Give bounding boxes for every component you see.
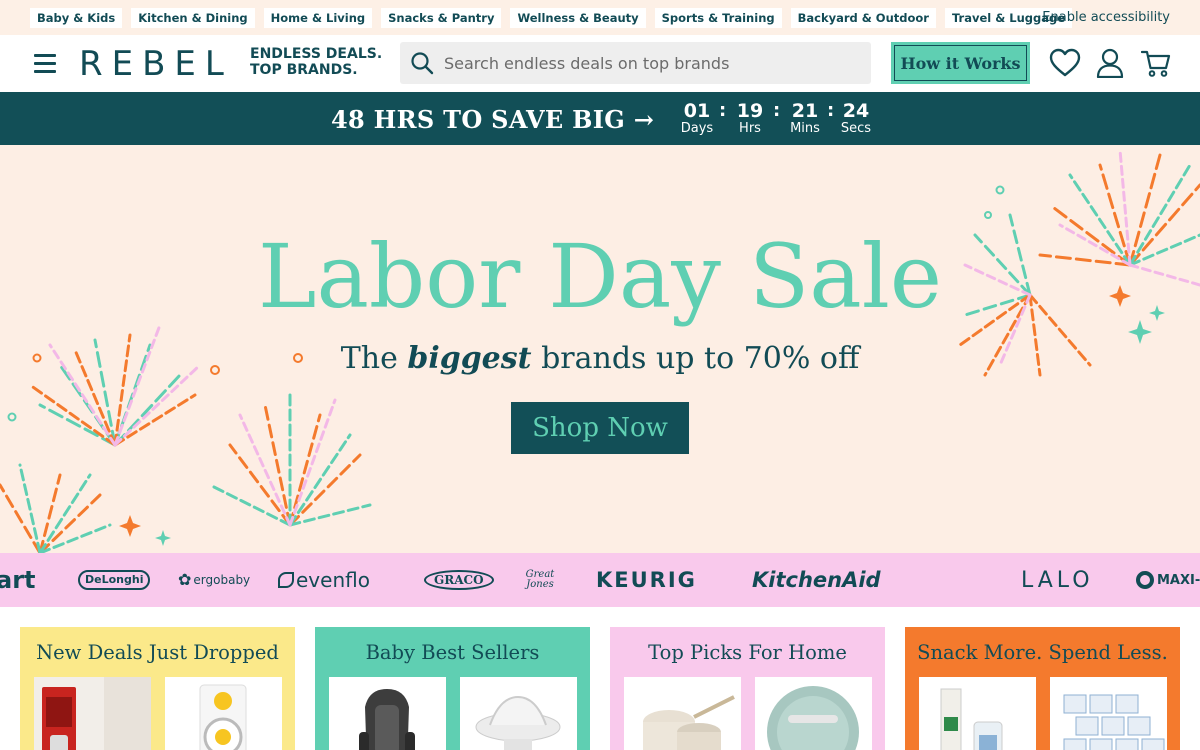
hero-title: Labor Day Sale	[258, 225, 942, 328]
how-it-works-label: How it Works	[894, 45, 1027, 81]
countdown-days-value: 01	[683, 100, 711, 122]
brand-great-jones[interactable]: Great Jones	[522, 553, 558, 607]
tagline: ENDLESS DEALS. TOP BRANDS.	[250, 46, 382, 78]
category-backyard-outdoor[interactable]: Backyard & Outdoor	[790, 8, 936, 28]
card-title: Snack More. Spend Less.	[917, 641, 1168, 664]
countdown-separator: :	[773, 100, 781, 121]
heart-icon[interactable]	[1049, 48, 1081, 78]
category-links: Baby & Kids Kitchen & Dining Home & Livi…	[30, 8, 1073, 28]
menu-icon[interactable]	[34, 54, 56, 73]
category-baby-kids[interactable]: Baby & Kids	[30, 8, 123, 28]
countdown-mins: 21 Mins	[787, 101, 823, 136]
brand-maxi-cosi[interactable]: MAXI-COSI	[1136, 553, 1200, 607]
how-it-works-button[interactable]: How it Works	[891, 42, 1030, 84]
countdown-separator: :	[827, 100, 835, 121]
search-input[interactable]	[444, 53, 864, 73]
brand-evenflo[interactable]: evenflo	[278, 553, 370, 607]
brand-ergobaby[interactable]: ✿ ergobaby	[178, 553, 250, 607]
card-new-deals[interactable]: New Deals Just Dropped	[20, 627, 295, 750]
card-top-picks-home[interactable]: Top Picks For Home	[610, 627, 885, 750]
flower-icon: ✿	[178, 572, 192, 589]
category-bar: Baby & Kids Kitchen & Dining Home & Livi…	[0, 0, 1200, 35]
card-snack-more[interactable]: Snack More. Spend Less.	[905, 627, 1180, 750]
brand-keurig[interactable]: KEURIG	[596, 553, 697, 607]
countdown-mins-label: Mins	[790, 121, 820, 136]
hero-subtitle-emphasis: biggest	[407, 341, 532, 376]
search-icon[interactable]	[400, 42, 444, 84]
search-bar	[400, 42, 871, 84]
card-title: Baby Best Sellers	[365, 641, 540, 664]
brand-strip: art DeLonghi ✿ ergobaby evenflo GRACO Gr…	[0, 553, 1200, 607]
category-wellness-beauty[interactable]: Wellness & Beauty	[510, 8, 646, 28]
enable-accessibility-link[interactable]: Enable accessibility	[1042, 10, 1170, 25]
user-icon[interactable]	[1096, 48, 1128, 79]
tagline-line1: ENDLESS DEALS.	[250, 46, 383, 62]
product-image-snack-cups[interactable]	[1050, 677, 1167, 750]
countdown-days-label: Days	[680, 121, 714, 136]
brand-kitchenaid[interactable]: KitchenAid	[752, 553, 881, 607]
cart-icon[interactable]	[1140, 48, 1173, 78]
brand-ergobaby-label: ergobaby	[193, 573, 251, 587]
brand-evenflo-label: evenflo	[296, 568, 370, 592]
brand-lalo[interactable]: LALO	[1021, 553, 1094, 607]
product-image-baby-seat[interactable]	[460, 677, 577, 750]
hero-subtitle-post: brands up to 70% off	[531, 341, 860, 376]
maxi-cosi-icon	[1136, 571, 1154, 589]
countdown-mins-value: 21	[791, 100, 819, 122]
card-baby-best-sellers[interactable]: Baby Best Sellers	[315, 627, 590, 750]
brand-maxi-cosi-label: MAXI-COSI	[1157, 572, 1200, 588]
site-logo[interactable]: REBEL	[79, 44, 233, 84]
countdown-days: 01 Days	[678, 101, 716, 136]
countdown-headline[interactable]: 48 HRS TO SAVE BIG →	[331, 105, 654, 134]
countdown-hrs-label: Hrs	[739, 121, 761, 136]
category-kitchen-dining[interactable]: Kitchen & Dining	[131, 8, 255, 28]
category-sports-training[interactable]: Sports & Training	[654, 8, 782, 28]
brand-delonghi-label: DeLonghi	[78, 570, 151, 590]
product-image-car-seat[interactable]	[329, 677, 446, 750]
product-image-cookware[interactable]	[624, 677, 741, 750]
category-cards: New Deals Just Dropped Baby Best Sellers…	[0, 607, 1200, 750]
countdown-hrs: 19 Hrs	[734, 101, 766, 136]
card-title: New Deals Just Dropped	[36, 641, 279, 664]
shop-now-button[interactable]: Shop Now	[511, 402, 689, 454]
countdown-secs-label: Secs	[840, 121, 872, 136]
hero-subtitle: The biggest brands up to 70% off	[0, 341, 1200, 376]
product-image-appliance[interactable]	[755, 677, 872, 750]
hero-banner[interactable]: Labor Day Sale The biggest brands up to …	[0, 145, 1200, 553]
brand-delonghi[interactable]: DeLonghi	[78, 553, 151, 607]
card-title: Top Picks For Home	[648, 641, 847, 664]
leaf-icon	[278, 572, 294, 588]
product-image-coffee-maker[interactable]	[34, 677, 151, 750]
brand-graco[interactable]: GRACO	[424, 553, 494, 607]
product-image-tea[interactable]	[919, 677, 1036, 750]
tagline-line2: TOP BRANDS.	[250, 62, 358, 78]
product-image-safety-lock[interactable]	[165, 677, 282, 750]
countdown-hrs-value: 19	[736, 100, 764, 122]
category-home-living[interactable]: Home & Living	[263, 8, 373, 28]
site-header: REBEL ENDLESS DEALS. TOP BRANDS. How it …	[0, 35, 1200, 92]
countdown-secs-value: 24	[842, 100, 870, 122]
category-snacks-pantry[interactable]: Snacks & Pantry	[381, 8, 502, 28]
brand-graco-label: GRACO	[424, 570, 494, 590]
countdown-banner: 48 HRS TO SAVE BIG → 01 Days : 19 Hrs : …	[0, 92, 1200, 145]
brand-walmart[interactable]: art	[0, 553, 36, 607]
brand-great-jones-label: Great Jones	[525, 569, 555, 590]
countdown-separator: :	[719, 100, 727, 121]
countdown-secs: 24 Secs	[838, 101, 874, 136]
hero-subtitle-pre: The	[340, 341, 408, 376]
